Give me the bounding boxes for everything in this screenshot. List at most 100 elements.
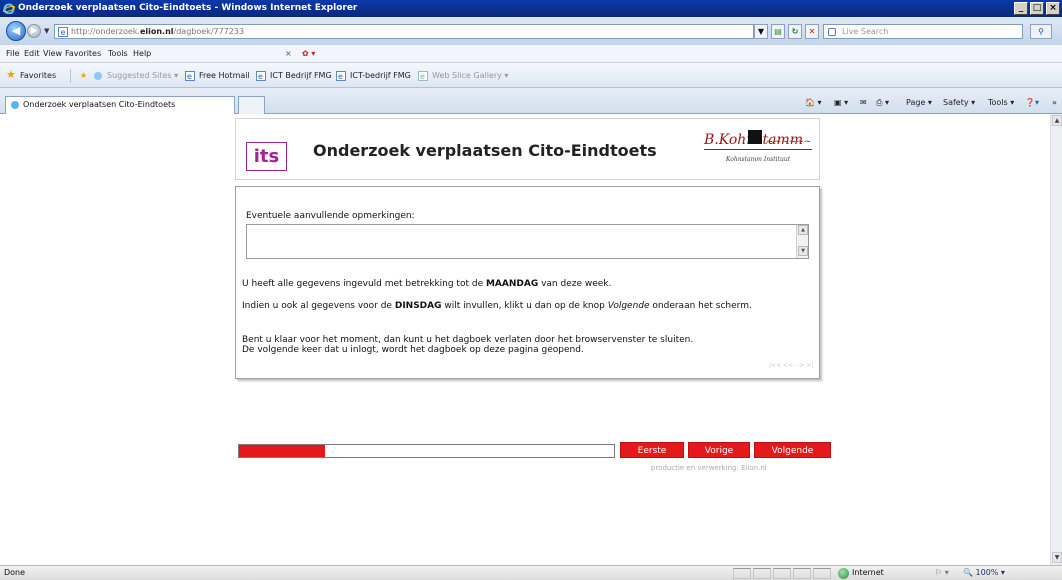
zoom-control[interactable]: 🔍 100% ▾ [963,568,1005,577]
globe-icon [838,568,849,579]
home-icon[interactable]: 🏠 ▾ [805,98,822,107]
close-button[interactable]: × [1046,2,1060,15]
minimize-button[interactable]: _ [1014,2,1028,15]
scroll-down-icon[interactable]: ▼ [1052,552,1062,563]
compatibility-view-button[interactable]: ▤ [771,24,785,39]
scroll-up-icon[interactable]: ▲ [798,225,808,235]
fav-free-hotmail[interactable]: e Free Hotmail [185,71,250,81]
security-zone[interactable]: Internet [838,568,884,579]
menu-bar: File Edit View Favorites Tools Help × ✿ … [0,45,1062,63]
ie-icon [3,3,15,14]
star-icon: ★ [6,68,16,81]
textarea-scrollbar[interactable]: ▲ ▼ [796,225,808,258]
protected-mode-icon[interactable]: ⚐ ▾ [935,568,949,577]
add-favorite-icon[interactable]: ★ [80,71,87,80]
broken-page-icon: ▤ [774,27,782,36]
text: U heeft alle gegevens ingevuld met betre… [242,279,486,289]
mail-icon[interactable]: ✉ [860,98,867,107]
next-button[interactable]: Volgende [754,442,831,458]
tab-strip: Onderzoek verplaatsen Cito-Eindtoets 🏠 ▾… [0,88,1062,114]
info-monday: U heeft alle gegevens ingevuld met betre… [242,279,611,289]
url-path: /dagboek/777233 [173,27,245,36]
page-menu[interactable]: Page ▾ [906,98,932,107]
signature-mark: B.Kohnstamm ~~~~~~ [704,130,812,150]
history-dropdown-icon[interactable]: ▼ [44,27,49,35]
menu-view[interactable]: View [43,49,62,58]
print-icon[interactable]: ⎙ ▾ [876,98,889,108]
page-scrollbar[interactable]: ▲ ▼ [1050,114,1062,565]
partner-caption: Kohnstamm Instituut [725,156,791,163]
kohnstamm-logo: B.Kohnstamm ~~~~~~ Kohnstamm Instituut [704,130,812,171]
svg-text:e: e [338,72,343,81]
status-pane [773,568,791,579]
chevron-right-icon[interactable]: » [1052,98,1057,107]
search-button[interactable]: ⚲ [1030,24,1052,39]
menu-help[interactable]: Help [133,49,151,58]
new-tab-button[interactable] [238,96,265,114]
signature-tail: ~~~~~~ [766,137,812,147]
ie-icon: e [336,71,346,81]
search-input[interactable]: Live Search [823,24,1023,39]
svg-text:e: e [258,72,263,81]
address-toolbar: ◀ ▶ ▼ e http://onderzoek.elion.nl/dagboe… [0,17,1062,45]
safety-menu[interactable]: Safety ▾ [943,98,975,107]
comments-textarea[interactable]: ▲ ▼ [246,224,809,259]
status-pane [753,568,771,579]
mini-nav[interactable]: |<< <<- -> >| [769,362,813,369]
fav-label: Suggested Sites ▾ [107,71,179,80]
menu-edit[interactable]: Edit [24,49,40,58]
feeds-icon[interactable]: ▣ ▾ [834,98,848,107]
status-pane [733,568,751,579]
menu-file[interactable]: File [6,49,19,58]
search-icon: ⚲ [1038,27,1044,36]
fav-label: ICT-bedrijf FMG [350,71,411,80]
stop-button[interactable]: ✕ [805,24,819,39]
credit-text: productie en verwerking: Elion.nl [651,464,767,472]
title-bar: Onderzoek verplaatsen Cito-Eindtoets - W… [0,0,1062,17]
fav-web-slice-gallery[interactable]: e Web Slice Gallery ▾ [418,71,508,81]
first-button[interactable]: Eerste [620,442,684,458]
its-logo: its [246,142,287,171]
ie-icon [94,72,102,80]
previous-button[interactable]: Vorige [688,442,750,458]
scroll-down-icon[interactable]: ▼ [798,246,808,256]
page-title: Onderzoek verplaatsen Cito-Eindtoets [313,141,657,160]
help-icon[interactable]: ❓▾ [1025,98,1039,107]
info-return: De volgende keer dat u inlogt, wordt het… [242,345,584,355]
forward-button[interactable]: ▶ [27,24,41,38]
toolbar-close-icon[interactable]: × [285,49,292,58]
divider [70,69,71,83]
back-button[interactable]: ◀ [6,21,26,41]
day-name: MAANDAG [485,279,539,289]
favorites-button[interactable]: ★ Favorites [6,68,56,81]
chevron-down-icon: ▼ [757,27,765,36]
button-reference: Volgende [607,301,650,311]
fav-ict-bedrijf-2[interactable]: e ICT-bedrijf FMG [336,71,411,81]
address-field[interactable]: e http://onderzoek.elion.nl/dagboek/7772… [54,24,754,39]
comments-label: Eventuele aanvullende opmerkingen: [246,211,415,221]
menu-favorites[interactable]: Favorites [65,49,101,58]
fav-ict-bedrijf[interactable]: e ICT Bedrijf FMG [256,71,332,81]
address-dropdown-button[interactable]: ▼ [754,24,768,39]
status-pane [813,568,831,579]
day-name: DINSDAG [394,301,442,311]
ie-icon: e [418,71,428,81]
tab-current[interactable]: Onderzoek verplaatsen Cito-Eindtoets [5,96,235,114]
ie-icon: e [256,71,266,81]
svg-text:e: e [187,72,192,81]
tab-title: Onderzoek verplaatsen Cito-Eindtoets [23,100,176,109]
page-header: its Onderzoek verplaatsen Cito-Eindtoets… [235,118,820,180]
fav-suggested-sites[interactable]: Suggested Sites ▾ [93,71,178,80]
refresh-button[interactable]: ↻ [788,24,802,39]
zoom-icon: 🔍 [963,568,976,577]
addon-icon[interactable]: ✿ ▾ [302,49,315,58]
live-search-icon [828,28,836,36]
status-bar: Done Internet ⚐ ▾ 🔍 100% ▾ [0,565,1062,580]
close-icon: ✕ [808,27,816,36]
maximize-button[interactable]: □ [1030,2,1044,15]
menu-tools[interactable]: Tools [108,49,128,58]
scroll-up-icon[interactable]: ▲ [1052,115,1062,126]
refresh-icon: ↻ [791,27,799,36]
progress-bar [238,444,615,458]
tools-menu[interactable]: Tools ▾ [988,98,1014,107]
